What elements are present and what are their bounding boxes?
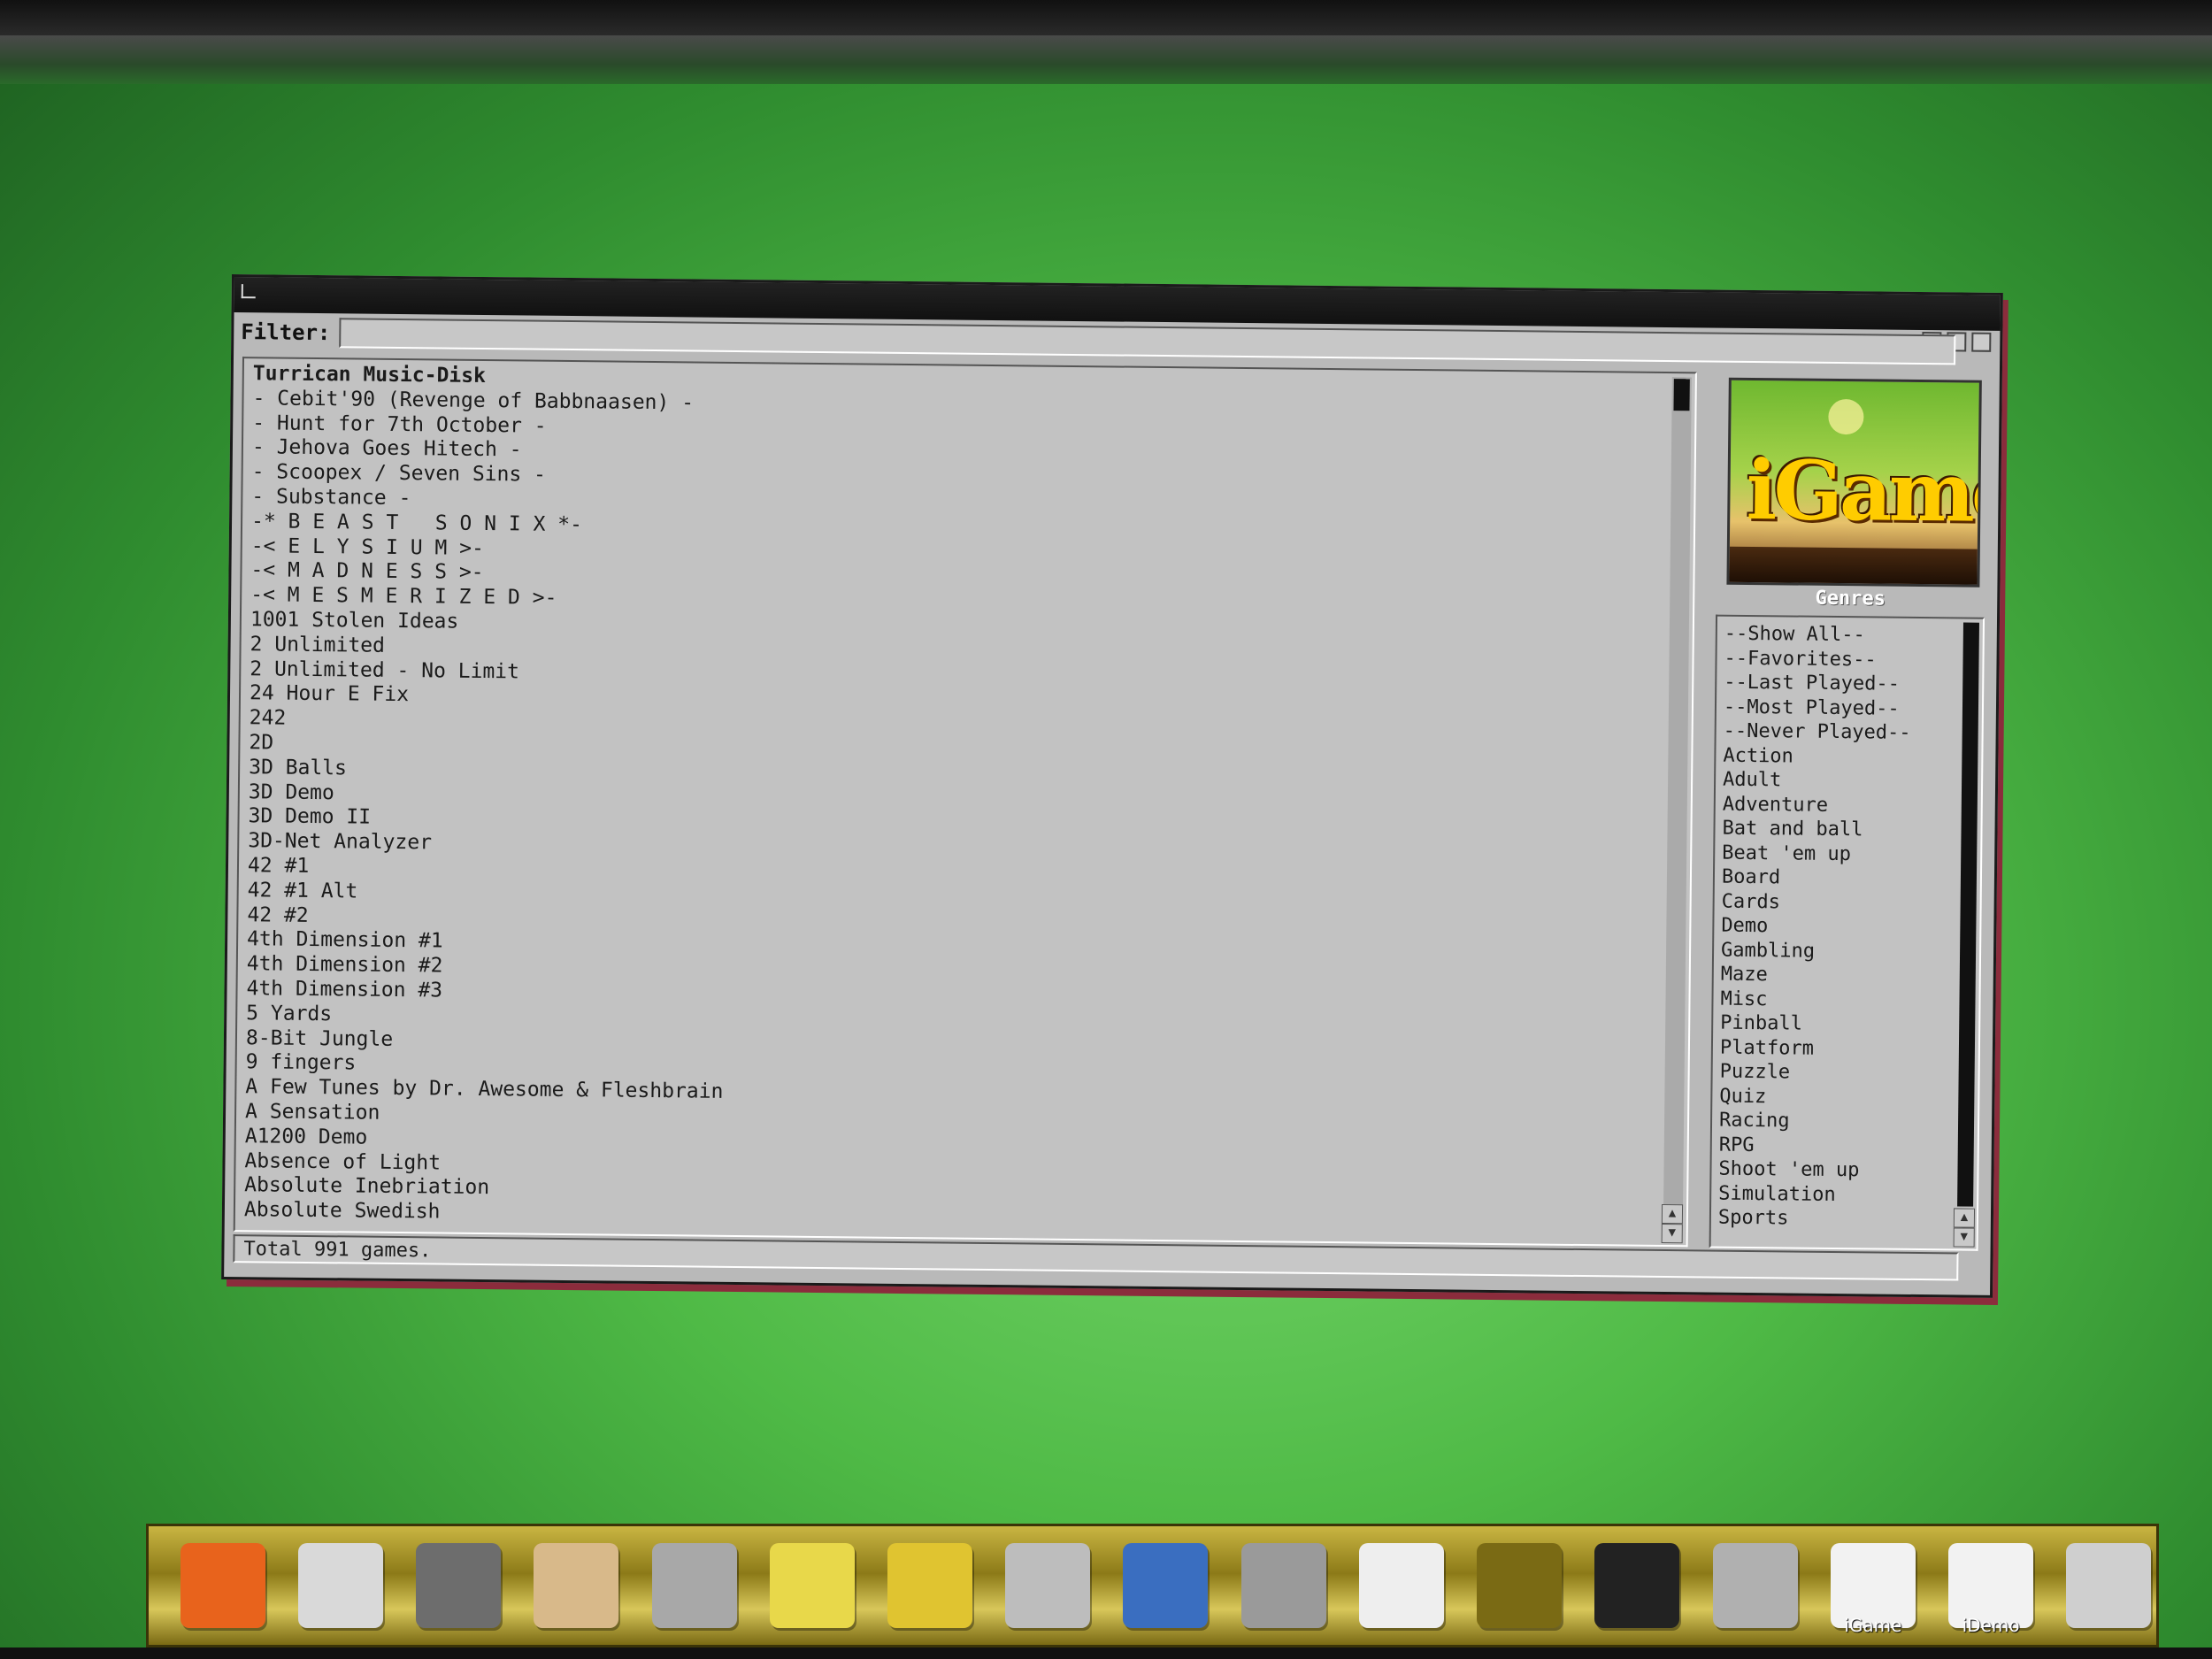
game-list-panel: Turrican Music-Disk - Cebit'90 (Revenge o… xyxy=(233,357,1697,1248)
genre-list-item[interactable]: Cards xyxy=(1722,889,1980,917)
dock-item[interactable]: iDemo xyxy=(1944,1537,2039,1636)
igame-window: Filter: Turrican Music-Disk - Cebit'90 (R… xyxy=(221,274,2003,1298)
genre-list-item[interactable]: Board xyxy=(1722,865,1980,893)
status-bar: Total 991 games. xyxy=(233,1234,1959,1281)
dock-item[interactable] xyxy=(1708,1537,1802,1634)
dock-item[interactable] xyxy=(1118,1537,1213,1634)
genre-list-item[interactable]: Misc xyxy=(1720,987,1978,1014)
genre-list-item[interactable]: Action xyxy=(1723,743,1981,771)
notepad-icon xyxy=(534,1543,619,1628)
genre-list-item[interactable]: Gambling xyxy=(1721,938,1979,965)
screen-top-strip xyxy=(0,35,2212,84)
amp-icon xyxy=(1477,1543,1563,1628)
genre-list-item[interactable]: --Most Played-- xyxy=(1724,695,1982,722)
genre-list-item[interactable]: Sports xyxy=(1718,1206,1977,1233)
logo-ground xyxy=(1729,546,1978,585)
dock-item[interactable] xyxy=(882,1537,977,1634)
genre-list-item[interactable]: Beat 'em up xyxy=(1722,841,1980,868)
genres-heading: Genres xyxy=(1815,587,1886,611)
genres-panel: --Show All-- --Favorites-- --Last Played--… xyxy=(1709,614,1985,1251)
genre-list-item[interactable]: Pinball xyxy=(1720,1011,1978,1039)
dock-item[interactable] xyxy=(293,1537,388,1634)
dock-item-label: iGame xyxy=(1844,1615,1902,1636)
genre-list-item[interactable]: Maze xyxy=(1721,963,1979,990)
dock-item[interactable] xyxy=(764,1537,859,1634)
scrollbar-knob[interactable] xyxy=(1673,379,1690,411)
genre-list-item[interactable]: Quiz xyxy=(1719,1084,1978,1111)
dock-item[interactable] xyxy=(2062,1537,2156,1634)
genre-list-item[interactable]: --Favorites-- xyxy=(1724,646,1982,673)
dock-item[interactable] xyxy=(529,1537,624,1634)
monitor-bezel-bottom xyxy=(0,1647,2212,1659)
genre-list-item[interactable]: Adventure xyxy=(1723,792,1981,819)
firefox-icon xyxy=(180,1543,265,1628)
dock-item-label: iDemo xyxy=(1962,1615,2020,1636)
genre-list-item[interactable]: Simulation xyxy=(1718,1181,1977,1209)
cd-icon xyxy=(887,1543,973,1628)
monitor-bezel-top xyxy=(0,0,2212,35)
genre-list-item[interactable]: RPG xyxy=(1719,1133,1978,1160)
music-icon xyxy=(1712,1543,1798,1628)
dock-item[interactable] xyxy=(411,1537,505,1634)
mixer-icon xyxy=(1005,1543,1091,1628)
search-icon xyxy=(1240,1543,1326,1628)
editor-icon xyxy=(2066,1543,2152,1628)
dock-bar: iGame iDemo xyxy=(146,1524,2159,1647)
depth-icon[interactable] xyxy=(1971,332,1992,352)
genre-list-item[interactable]: Adult xyxy=(1723,768,1981,795)
genre-list-item[interactable]: Bat and ball xyxy=(1722,817,1980,844)
clapper-icon xyxy=(1594,1543,1680,1628)
dock-item[interactable] xyxy=(1472,1537,1567,1634)
logo-sun xyxy=(1828,398,1864,435)
igame-logo: iGame xyxy=(1726,377,1982,588)
genre-scroll-down-icon[interactable]: ▼ xyxy=(1953,1227,1975,1248)
filter-label: Filter: xyxy=(241,319,331,346)
globe-icon xyxy=(297,1543,383,1628)
dock-item[interactable] xyxy=(175,1537,270,1634)
genre-list-item[interactable]: --Show All-- xyxy=(1724,622,1983,649)
scroll-up-icon[interactable]: ▲ xyxy=(1661,1203,1684,1225)
genre-list-item[interactable]: Demo xyxy=(1721,914,1979,941)
screen-icon xyxy=(1123,1543,1209,1628)
logo-text: iGame xyxy=(1745,442,1982,541)
prefs-icon xyxy=(769,1543,855,1628)
scroll-down-icon[interactable]: ▼ xyxy=(1661,1223,1683,1244)
close-icon[interactable] xyxy=(241,284,256,299)
dock-item[interactable] xyxy=(647,1537,741,1634)
genre-list-item[interactable]: Platform xyxy=(1720,1035,1978,1063)
display-icon xyxy=(1358,1543,1444,1628)
dock-item[interactable] xyxy=(1590,1537,1685,1634)
genre-list: --Show All-- --Favorites-- --Last Played--… xyxy=(1711,617,1983,1233)
game-list: Turrican Music-Disk - Cebit'90 (Revenge o… xyxy=(235,358,1695,1238)
dock-item[interactable] xyxy=(1354,1537,1448,1634)
genre-list-item[interactable]: Puzzle xyxy=(1720,1060,1978,1087)
monitor-icon xyxy=(416,1543,502,1628)
dock-item[interactable] xyxy=(1236,1537,1331,1634)
genre-list-item[interactable]: Shoot 'em up xyxy=(1718,1157,1977,1185)
genre-list-item[interactable]: --Last Played-- xyxy=(1724,671,1982,698)
dock-item[interactable] xyxy=(1001,1537,1095,1634)
genre-list-item[interactable]: Racing xyxy=(1719,1109,1978,1136)
genre-list-item[interactable]: --Never Played-- xyxy=(1724,719,1982,747)
dock-item[interactable]: iGame xyxy=(1825,1537,1920,1636)
drive-icon xyxy=(651,1543,737,1628)
genre-scroll-up-icon[interactable]: ▲ xyxy=(1953,1208,1976,1228)
